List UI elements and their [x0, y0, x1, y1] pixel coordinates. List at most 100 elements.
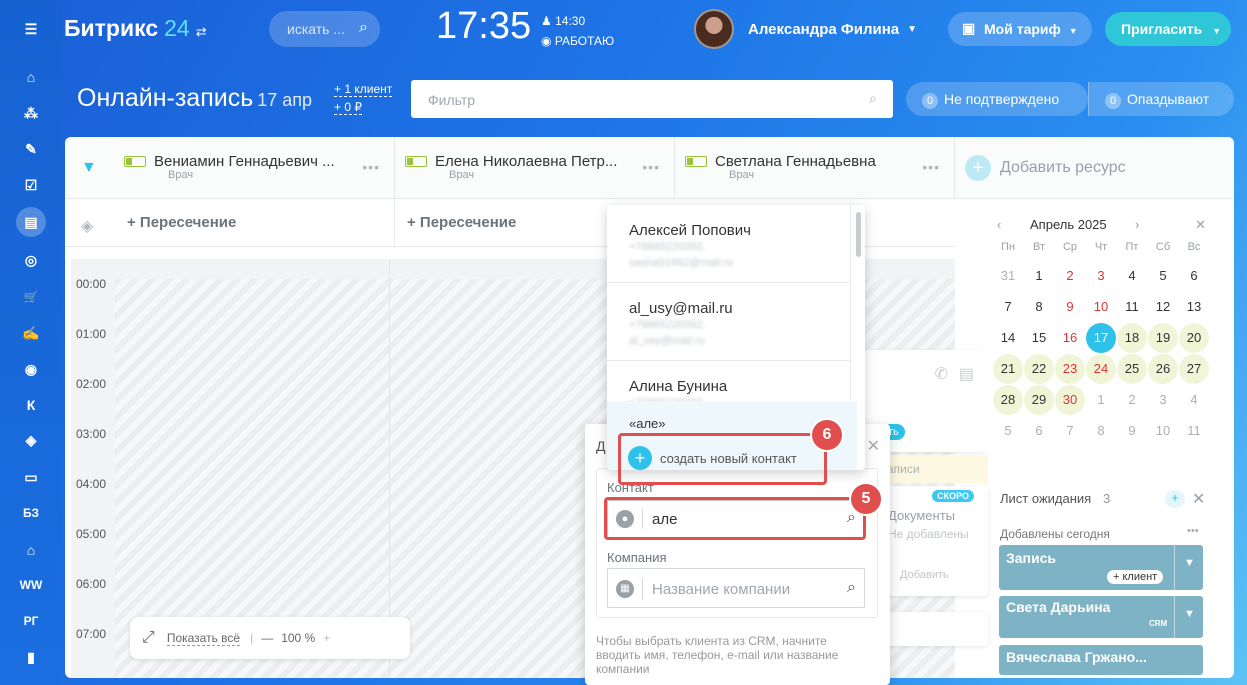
calendar-day[interactable]: 4	[1117, 261, 1147, 291]
calendar-day[interactable]: 25	[1117, 354, 1147, 384]
calendar-day[interactable]: 4	[1179, 385, 1209, 415]
calendar-day[interactable]: 2	[1055, 261, 1085, 291]
show-all-link[interactable]: Показать всё	[166, 631, 241, 646]
pen-icon[interactable]: ✎	[16, 134, 46, 164]
calendar-day[interactable]: 31	[993, 261, 1023, 291]
calendar-day[interactable]: 6	[1024, 416, 1054, 446]
prev-month-icon[interactable]: ‹	[997, 217, 1001, 232]
kb-icon[interactable]: БЗ	[16, 498, 46, 528]
more-icon[interactable]: •••	[922, 159, 940, 175]
calendar-day[interactable]: 16	[1055, 323, 1085, 353]
k-icon[interactable]: К	[16, 390, 46, 420]
user-menu[interactable]: Александра Филина ▼	[694, 9, 917, 49]
calendar-day[interactable]: 1	[1024, 261, 1054, 291]
cart-icon[interactable]: 🛒	[16, 282, 46, 312]
filter-input[interactable]: Фильтр ⌕	[411, 80, 893, 118]
logo-settings-icon[interactable]: ⇄	[196, 24, 207, 39]
calendar-day[interactable]: 22	[1024, 354, 1054, 384]
calendar-day[interactable]: 5	[993, 416, 1023, 446]
more-icon[interactable]: •••	[1187, 525, 1199, 537]
calendar-day[interactable]: 9	[1055, 292, 1085, 322]
calendar-day[interactable]: 7	[993, 292, 1023, 322]
zoom-out-button[interactable]: —	[261, 631, 273, 645]
calendar-day[interactable]: 3	[1148, 385, 1178, 415]
calendar-day[interactable]: 20	[1179, 323, 1209, 353]
calendar-day[interactable]: 15	[1024, 323, 1054, 353]
box-icon[interactable]: ◈	[16, 425, 46, 455]
calendar-day[interactable]: 26	[1148, 354, 1178, 384]
suggestion-item[interactable]: Алексей Попович +79865220392, sasha91992@m…	[607, 205, 850, 283]
booking-icon[interactable]: ▤	[16, 207, 46, 237]
calendar-day[interactable]: 17	[1086, 323, 1116, 353]
resource-3[interactable]: Светлана Геннадьевна Врач •••	[675, 137, 955, 199]
calendar-day[interactable]: 21	[993, 354, 1023, 384]
calendar-day[interactable]: 5	[1148, 261, 1178, 291]
invite-button[interactable]: Пригласить ▼	[1105, 12, 1231, 46]
search-icon[interactable]: ⌕	[847, 579, 856, 597]
calendar-day[interactable]: 11	[1179, 416, 1209, 446]
calendar-day[interactable]: 19	[1148, 323, 1178, 353]
global-search[interactable]: искать ... ⌕	[269, 11, 380, 47]
calendar-day[interactable]: 1	[1086, 385, 1116, 415]
calendar-day[interactable]: 8	[1024, 292, 1054, 322]
layers-icon[interactable]: ◈	[81, 216, 93, 236]
doc-edit-icon[interactable]: ✍	[16, 318, 46, 348]
calendar-day[interactable]: 9	[1117, 416, 1147, 446]
calendar-day[interactable]: 11	[1117, 292, 1147, 322]
ww-icon[interactable]: WW	[16, 570, 46, 600]
calendar-day[interactable]: 7	[1055, 416, 1085, 446]
calendar-day[interactable]: 13	[1179, 292, 1209, 322]
collapse-icon[interactable]: ✕	[1192, 489, 1205, 509]
rg-icon[interactable]: РГ	[16, 606, 46, 636]
calendar-day[interactable]: 10	[1148, 416, 1178, 446]
robot-icon[interactable]: ◉	[16, 354, 46, 384]
zoom-in-button[interactable]: +	[323, 631, 330, 645]
target-icon[interactable]: ◎	[16, 245, 46, 275]
calendar-day[interactable]: 29	[1024, 385, 1054, 415]
next-month-icon[interactable]: ›	[1135, 217, 1139, 232]
calendar-day[interactable]: 28	[993, 385, 1023, 415]
card-icon[interactable]: ▭	[16, 462, 46, 492]
add-resource-button[interactable]: + Добавить ресурс	[965, 155, 1126, 181]
calendar-day[interactable]: 30	[1055, 385, 1085, 415]
close-icon[interactable]: ✕	[867, 436, 880, 456]
menu-icon[interactable]: ☰	[16, 14, 46, 44]
group-icon[interactable]: ⁂	[16, 98, 46, 128]
work-status[interactable]: ♟ 14:30 ◉ РАБОТАЮ	[541, 11, 614, 51]
bank-icon[interactable]: ⌂	[16, 535, 46, 565]
more-icon[interactable]: •••	[362, 159, 380, 175]
waitlist-card[interactable]: Запись + клиент ▼	[999, 545, 1203, 590]
calendar-day[interactable]: 3	[1086, 261, 1116, 291]
logo[interactable]: Битрикс 24 ⇄	[64, 15, 207, 42]
collapse-icon[interactable]: ✕	[1195, 217, 1206, 233]
scrollbar[interactable]	[856, 212, 861, 257]
intersection-button[interactable]: + Пересечение	[127, 214, 236, 231]
waitlist-card[interactable]: Света Дарьина CRM ▼	[999, 596, 1203, 638]
home-icon[interactable]: ⌂	[16, 62, 46, 92]
waitlist-card[interactable]: Вячеслава Гржано...	[999, 645, 1203, 675]
more-icon[interactable]: •••	[642, 159, 660, 175]
calendar-day[interactable]: 12	[1148, 292, 1178, 322]
calendar-day[interactable]: 10	[1086, 292, 1116, 322]
calendar-day[interactable]: 27	[1179, 354, 1209, 384]
filter-icon[interactable]: ▼	[81, 159, 97, 177]
suggestion-item[interactable]: al_usy@mail.ru +79865220392, al_usy@mail.r…	[607, 283, 850, 361]
chevron-down-icon[interactable]: ▼	[1184, 557, 1195, 569]
expand-icon[interactable]: ⤢	[142, 629, 155, 647]
add-waitlist-button[interactable]: +	[1165, 490, 1185, 508]
resource-2[interactable]: Елена Николаевна Петр... Врач •••	[395, 137, 675, 199]
calendar-day[interactable]: 8	[1086, 416, 1116, 446]
tariff-button[interactable]: ▣ Мой тариф ▼	[948, 12, 1092, 46]
calendar-day[interactable]: 6	[1179, 261, 1209, 291]
chart-icon[interactable]: ▮	[16, 642, 46, 672]
day-stats[interactable]: + 1 клиент + 0 ₽	[334, 80, 393, 116]
calendar-day[interactable]: 23	[1055, 354, 1085, 384]
company-field[interactable]: ▦ Название компании ⌕	[607, 568, 865, 608]
unconfirmed-button[interactable]: 0 Не подтверждено	[906, 82, 1088, 116]
chevron-down-icon[interactable]: ▼	[1184, 608, 1195, 620]
calendar-day[interactable]: 14	[993, 323, 1023, 353]
late-button[interactable]: 0 Опаздывают	[1088, 82, 1234, 116]
calendar-day[interactable]: 24	[1086, 354, 1116, 384]
task-icon[interactable]: ☑	[16, 170, 46, 200]
calendar-day[interactable]: 2	[1117, 385, 1147, 415]
